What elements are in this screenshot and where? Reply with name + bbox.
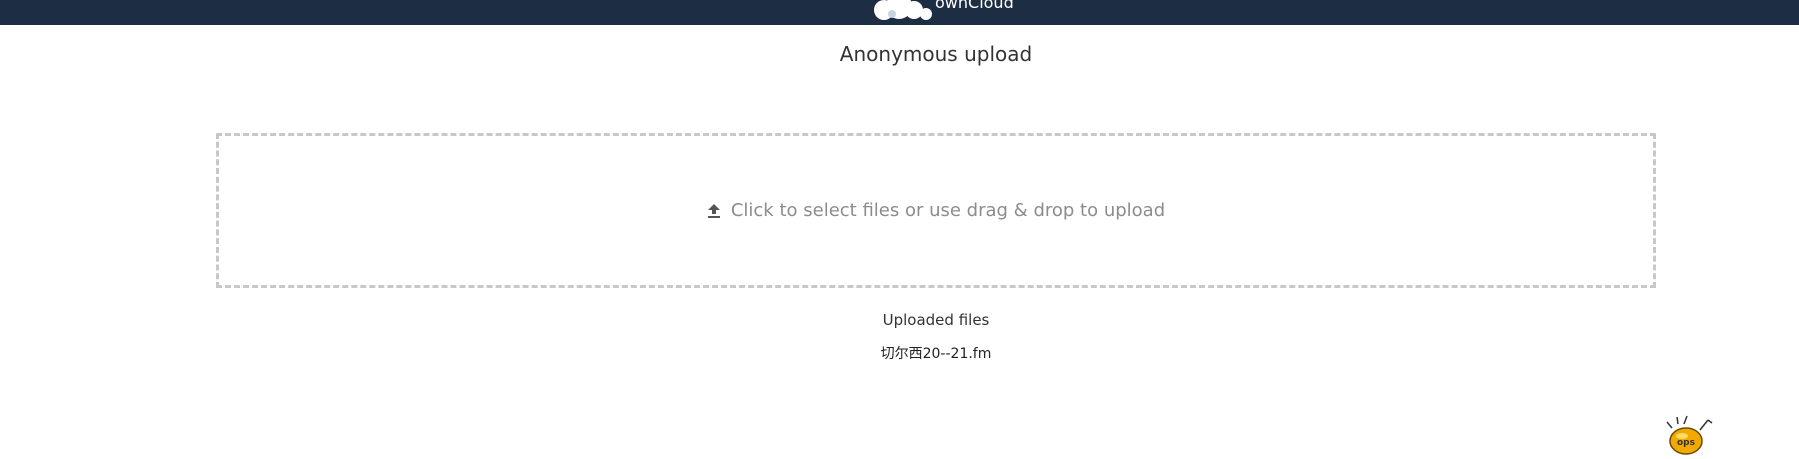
top-header: ownCloud (0, 0, 1799, 25)
page-title: Anonymous upload (839, 42, 1033, 66)
ops-mascot-icon: ops (1666, 415, 1713, 455)
uploaded-file-list: 切尔西20--21.fm (0, 343, 1799, 363)
uploaded-file-item: 切尔西20--21.fm (880, 346, 992, 362)
owncloud-logo-icon (874, 0, 932, 20)
dropzone-content[interactable]: Click to select files or use drag & drop… (219, 136, 1653, 285)
ops-badge-text: ops (1677, 438, 1695, 448)
uploaded-files-title: Uploaded files (882, 311, 990, 329)
brand-name: ownCloud (935, 0, 1014, 12)
dropzone-label[interactable]: Click to select files or use drag & drop… (731, 200, 1165, 221)
upload-icon (707, 203, 720, 218)
upload-dropzone[interactable]: Click to select files or use drag & drop… (216, 133, 1656, 288)
